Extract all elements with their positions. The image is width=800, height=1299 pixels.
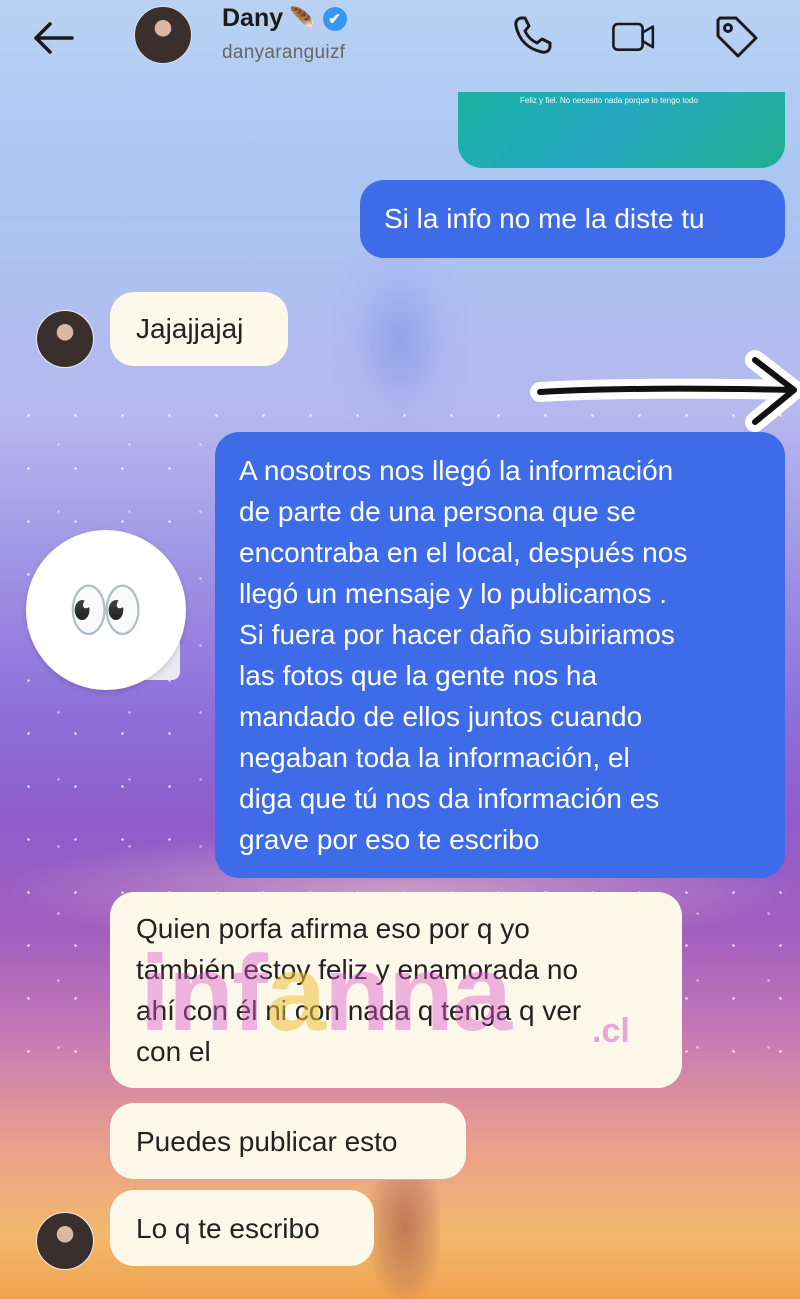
contact-avatar[interactable] (134, 6, 192, 64)
message-line: Si fuera por hacer daño subiriamos (239, 619, 675, 650)
infanna-watermark: infanna (140, 932, 512, 1053)
message-text: Si la info no me la diste tu (384, 203, 705, 234)
message-text: Jajajjajaj (136, 313, 244, 344)
message-line: encontraba en el local, después nos (239, 537, 688, 568)
contact-username: danyaranguizf (222, 42, 346, 63)
message-line: grave por eso te escribo (239, 824, 540, 855)
tag-icon[interactable] (712, 12, 760, 60)
message-line: A nosotros nos llegó la información (239, 455, 674, 486)
shared-story-caption: Feliz y fiel. No necesito nada porque lo… (520, 96, 698, 105)
message-bubble-received[interactable]: Jajajjajaj (110, 292, 288, 366)
message-bubble-sent[interactable]: Si la info no me la diste tu (360, 180, 785, 258)
message-line: negaban toda la información, el (239, 742, 630, 773)
message-line: mandado de ellos juntos cuando (239, 701, 643, 732)
chat-header: Dany 🪶 ✔ danyaranguizf (0, 0, 800, 80)
watermark-suffix: .cl (592, 1012, 630, 1050)
message-bubble-received[interactable]: Puedes publicar esto (110, 1103, 466, 1179)
message-bubble-received[interactable]: Lo q te escribo (110, 1190, 374, 1266)
message-text: Lo q te escribo (136, 1213, 320, 1244)
contact-name-row[interactable]: Dany 🪶 ✔ (222, 4, 347, 33)
background-figure-bottom (370, 1180, 440, 1299)
eyes-reaction-sticker[interactable]: 👀 (26, 530, 186, 690)
eyes-emoji-icon: 👀 (67, 575, 145, 645)
back-arrow-icon[interactable] (30, 18, 78, 58)
contact-avatar-small[interactable] (36, 1212, 94, 1270)
phone-icon[interactable] (508, 12, 556, 60)
annotation-arrow-icon (530, 350, 800, 432)
message-line: de parte de una persona que se (239, 496, 636, 527)
message-line: las fotos que la gente nos ha (239, 660, 598, 691)
message-line: llegó un mensaje y lo publicamos . (239, 578, 668, 609)
verified-badge-icon: ✔ (322, 6, 347, 31)
message-line: diga que tú nos da información es (239, 783, 660, 814)
feather-emoji: 🪶 (289, 5, 317, 31)
message-text: Puedes publicar esto (136, 1126, 398, 1157)
background-figure (330, 250, 470, 450)
contact-name: Dany (222, 4, 284, 32)
contact-avatar-small[interactable] (36, 310, 94, 368)
video-icon[interactable] (610, 12, 658, 60)
message-bubble-sent-long[interactable]: A nosotros nos llegó la información de p… (215, 432, 785, 878)
